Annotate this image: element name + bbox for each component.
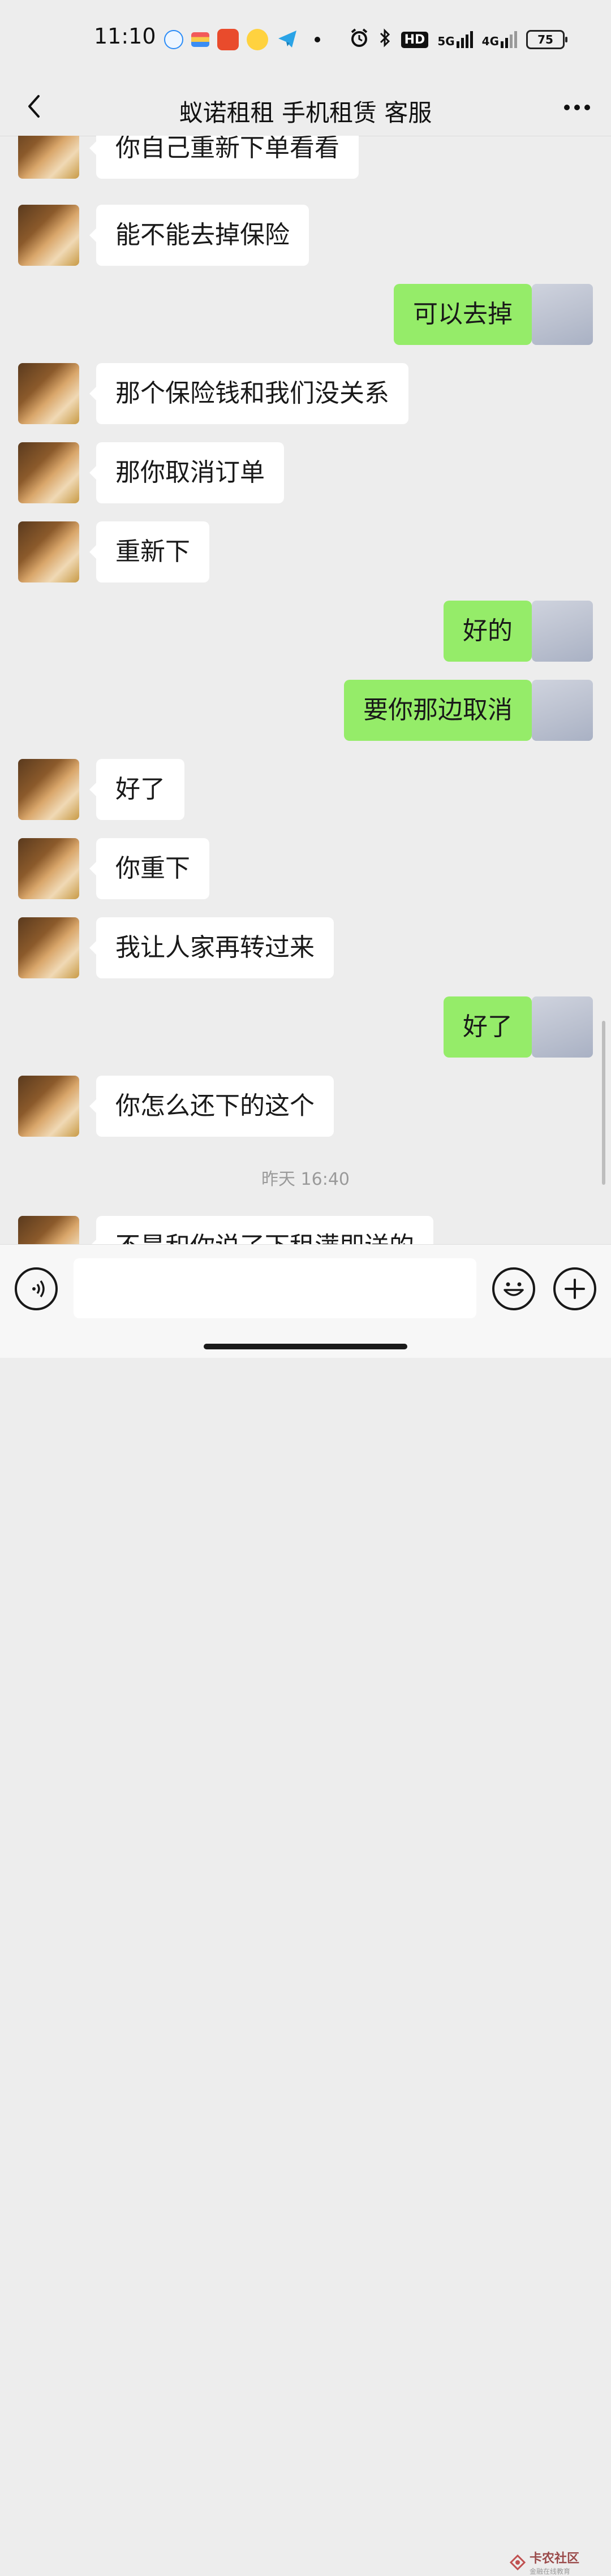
more-options-icon[interactable] — [560, 90, 594, 124]
alarm-icon — [349, 28, 369, 52]
message-bubble[interactable]: 不是和你说了下租满即送的 — [89, 1216, 433, 1244]
my-avatar[interactable] — [532, 680, 593, 741]
status-time: 11:10 — [94, 24, 156, 49]
taobao-app-icon — [217, 29, 239, 50]
contact-avatar[interactable] — [18, 205, 79, 266]
my-avatar[interactable] — [532, 284, 593, 345]
message-bubble[interactable]: 你怎么还下的这个 — [89, 1076, 334, 1137]
message-row: 你重下 — [0, 838, 611, 900]
message-bubble[interactable]: 可以去掉 — [394, 284, 539, 345]
signal-4g-icon: 4G — [482, 31, 517, 48]
contact-avatar[interactable] — [18, 838, 79, 899]
notification-icons — [164, 27, 320, 52]
message-row: 能不能去掉保险 — [0, 205, 611, 267]
message-row: 好了 — [0, 759, 611, 821]
watermark-logo-icon — [509, 2554, 526, 2570]
my-avatar[interactable] — [532, 601, 593, 662]
browser-app-icon — [164, 30, 183, 49]
contact-avatar[interactable] — [18, 136, 79, 179]
signal-5g-icon: 5G — [437, 31, 473, 48]
message-bubble[interactable]: 那个保险钱和我们没关系 — [89, 363, 408, 424]
home-indicator[interactable] — [204, 1344, 407, 1349]
add-attachment-icon[interactable] — [553, 1267, 596, 1310]
bluetooth-icon — [378, 28, 392, 52]
message-bubble[interactable]: 要你那边取消 — [344, 680, 539, 741]
weibo-icon — [247, 29, 268, 50]
message-row: 那个保险钱和我们没关系 — [0, 363, 611, 425]
watermark: 卡农社区 金融在线教育 — [509, 2548, 579, 2576]
message-timestamp: 昨天 16:40 — [261, 1170, 350, 1189]
message-row: 要你那边取消 — [0, 680, 611, 742]
input-bar: 卡农社区 金融在线教育 — [0, 1244, 611, 2575]
contact-avatar[interactable] — [18, 521, 79, 582]
message-row: 好的 — [0, 601, 611, 663]
battery-icon: 75 — [526, 30, 567, 49]
message-bubble[interactable]: 你重下 — [89, 838, 209, 899]
message-row: 你怎么还下的这个 — [0, 1076, 611, 1138]
message-bubble[interactable]: 能不能去掉保险 — [89, 205, 309, 266]
watermark-subtitle: 金融在线教育 — [530, 2568, 571, 2575]
message-row: 可以去掉 — [0, 284, 611, 346]
battery-level: 75 — [537, 33, 553, 46]
message-row: 那你取消订单 — [0, 442, 611, 504]
voice-input-icon[interactable] — [15, 1267, 58, 1310]
dot-indicator-icon — [315, 37, 320, 42]
hd-badge: HD — [401, 31, 429, 48]
message-bubble[interactable]: 好的 — [444, 601, 539, 662]
message-bubble[interactable]: 好了 — [444, 996, 539, 1058]
network-4g-label: 4G — [481, 34, 499, 48]
message-row: 你自己重新下单看看 — [0, 136, 611, 180]
contact-avatar[interactable] — [18, 363, 79, 424]
message-bubble[interactable]: 我让人家再转过来 — [89, 917, 334, 978]
message-input[interactable] — [74, 1258, 476, 1318]
contact-avatar[interactable] — [18, 917, 79, 978]
message-row: 不是和你说了下租满即送的 — [0, 1216, 611, 1244]
message-bubble[interactable]: 好了 — [89, 759, 184, 820]
message-bubble[interactable]: 重新下 — [89, 521, 209, 582]
my-avatar[interactable] — [532, 996, 593, 1058]
message-row: 我让人家再转过来 — [0, 917, 611, 980]
emoji-icon[interactable] — [492, 1267, 535, 1310]
system-status-icons: HD 5G 4G 75 — [349, 27, 567, 52]
message-list[interactable]: 你自己重新下单看看 能不能去掉保险 可以去掉 那个保险钱和我们没关系 那你取消订… — [0, 136, 611, 1244]
contact-avatar[interactable] — [18, 1216, 79, 1244]
contact-avatar[interactable] — [18, 759, 79, 820]
contact-avatar[interactable] — [18, 1076, 79, 1137]
contact-avatar[interactable] — [18, 442, 79, 503]
message-row: 重新下 — [0, 521, 611, 584]
message-bubble[interactable]: 你自己重新下单看看 — [89, 136, 359, 179]
chat-title: 蚁诺租租 手机租赁 客服 — [179, 99, 432, 127]
status-bar: 11:10 HD 5G 4G 75 — [0, 0, 611, 79]
wallet-app-icon — [191, 32, 209, 47]
message-bubble[interactable]: 那你取消订单 — [89, 442, 284, 503]
watermark-title: 卡农社区 — [530, 2552, 580, 2566]
message-row: 好了 — [0, 996, 611, 1059]
chat-header: 蚁诺租租 手机租赁 客服 — [0, 79, 611, 136]
network-5g-label: 5G — [437, 34, 455, 48]
scrollbar[interactable] — [602, 1021, 605, 1185]
telegram-icon — [276, 27, 299, 52]
